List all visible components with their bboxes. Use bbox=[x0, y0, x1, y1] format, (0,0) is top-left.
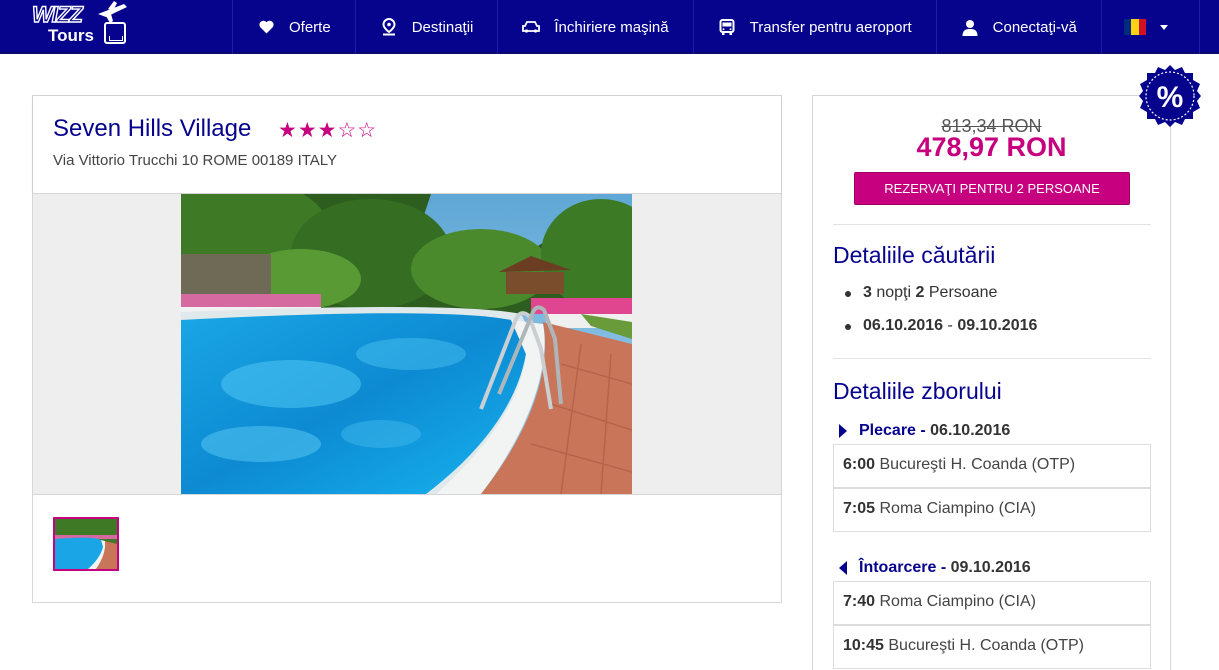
logo-tours-text: Tours bbox=[48, 26, 94, 45]
nav-item-label: Transfer pentru aeroport bbox=[749, 18, 912, 36]
divider bbox=[833, 224, 1151, 225]
top-nav: WIZZ Tours Oferte Destinaţii Închiriere … bbox=[0, 0, 1219, 54]
bus-icon bbox=[718, 18, 736, 36]
date-to: 09.10.2016 bbox=[957, 317, 1038, 334]
outbound-date: 06.10.2016 bbox=[930, 422, 1011, 439]
date-range-item: 06.10.2016 - 09.10.2016 bbox=[845, 317, 1037, 335]
nights-count: 3 bbox=[863, 284, 872, 301]
language-selector[interactable] bbox=[1100, 0, 1190, 54]
flight-time: 7:05 bbox=[843, 500, 876, 517]
nav-item-label: Destinaţii bbox=[411, 18, 474, 36]
persons-count: 2 bbox=[915, 284, 925, 301]
arrow-left-icon bbox=[839, 561, 847, 575]
badge-text: % bbox=[1157, 81, 1184, 114]
nights-persons-item: 3 nopţi 2 Persoane bbox=[845, 284, 997, 302]
flight-airport: Roma Ciampino (CIA) bbox=[879, 500, 1036, 517]
persons-label: Persoane bbox=[928, 284, 998, 301]
photo-gallery bbox=[33, 194, 781, 495]
logo-wizz-text: WIZZ bbox=[31, 1, 83, 27]
date-from: 06.10.2016 bbox=[863, 317, 944, 334]
search-details-title: Detaliile căutării bbox=[833, 242, 996, 268]
user-icon bbox=[961, 18, 979, 36]
outbound-label: Plecare bbox=[859, 422, 916, 439]
nights-label: nopţi bbox=[876, 284, 912, 301]
hotel-header: Seven Hills Village ★★★☆☆ Via Vittorio T… bbox=[33, 96, 781, 194]
nav-item-label: Conectaţi-vă bbox=[992, 18, 1077, 36]
nav-item-oferte[interactable]: Oferte bbox=[232, 0, 355, 54]
flight-airport: Bucureşti H. Coanda (OTP) bbox=[888, 637, 1084, 654]
flight-time: 7:40 bbox=[843, 593, 876, 610]
flight-time: 10:45 bbox=[843, 637, 884, 654]
nav-divider bbox=[1199, 0, 1200, 54]
flight-time: 6:00 bbox=[843, 456, 876, 473]
outbound-flight-header: Plecare - 06.10.2016 bbox=[839, 422, 1010, 440]
flight-row: 7:05 Roma Ciampino (CIA) bbox=[833, 488, 1151, 532]
nav-item-label: Oferte bbox=[289, 18, 331, 36]
book-button[interactable]: REZERVAŢI PENTRU 2 PERSOANE bbox=[854, 172, 1130, 205]
photo-thumbnail[interactable] bbox=[53, 517, 119, 571]
flight-row: 10:45 Bucureşti H. Coanda (OTP) bbox=[833, 625, 1151, 669]
map-pin-icon bbox=[380, 18, 398, 36]
booking-sidebar: 813,34 RON 478,97 RON REZERVAŢI PENTRU 2… bbox=[812, 95, 1171, 670]
wizz-tours-logo[interactable]: WIZZ Tours bbox=[28, 0, 138, 50]
return-label: Întoarcere bbox=[859, 559, 937, 576]
car-icon bbox=[522, 18, 541, 36]
hotel-star-rating: ★★★☆☆ bbox=[278, 119, 378, 142]
nav-item-conectati-va[interactable]: Conectaţi-vă bbox=[935, 0, 1101, 54]
heart-icon bbox=[257, 18, 275, 36]
flight-airport: Bucureşti H. Coanda (OTP) bbox=[879, 456, 1076, 473]
flight-row: 7:40 Roma Ciampino (CIA) bbox=[833, 581, 1151, 625]
discount-badge: % bbox=[1138, 64, 1202, 128]
hotel-name: Seven Hills Village bbox=[53, 115, 252, 142]
chevron-down-icon bbox=[1159, 24, 1168, 30]
plane-icon bbox=[98, 1, 127, 23]
hotel-address: Via Vittorio Trucchi 10 ROME 00189 ITALY bbox=[53, 152, 338, 169]
hotel-pool-photo[interactable] bbox=[181, 194, 632, 494]
hotel-card: Seven Hills Village ★★★☆☆ Via Vittorio T… bbox=[32, 95, 782, 603]
suitcase-icon bbox=[104, 22, 126, 44]
romania-flag-icon bbox=[1123, 19, 1146, 35]
nav-item-inchiriere-masina[interactable]: Închiriere maşină bbox=[497, 0, 692, 54]
divider bbox=[833, 358, 1151, 359]
discounted-price: 478,97 RON bbox=[916, 132, 1067, 162]
return-date: 09.10.2016 bbox=[950, 559, 1031, 576]
date-separator: - bbox=[947, 317, 953, 334]
arrow-right-icon bbox=[839, 424, 847, 438]
nav-item-destinatii[interactable]: Destinaţii bbox=[354, 0, 498, 54]
flight-row: 6:00 Bucureşti H. Coanda (OTP) bbox=[833, 444, 1151, 488]
flight-details-title: Detaliile zborului bbox=[833, 378, 1002, 404]
return-flight-header: Întoarcere - 09.10.2016 bbox=[839, 559, 1031, 577]
discount-seal-icon: % bbox=[1139, 65, 1201, 127]
nav-item-label: Închiriere maşină bbox=[554, 18, 669, 36]
nav-item-transfer-aeroport[interactable]: Transfer pentru aeroport bbox=[692, 0, 936, 54]
flight-airport: Roma Ciampino (CIA) bbox=[879, 593, 1036, 610]
